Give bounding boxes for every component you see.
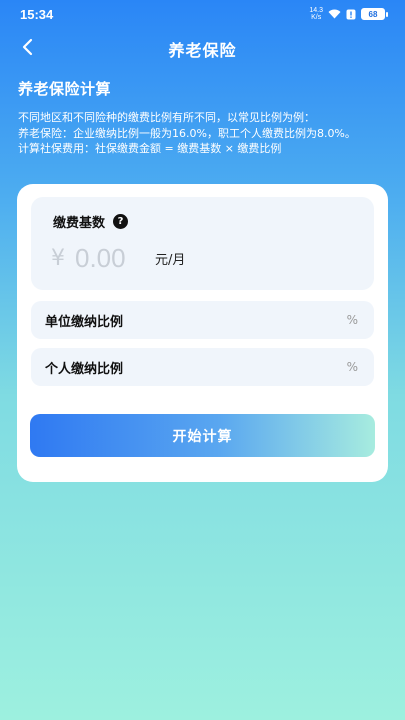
company-ratio-input[interactable]: [222, 313, 343, 327]
amount-row: ¥ 元/月: [51, 243, 185, 274]
network-speed-unit: K/s: [311, 14, 322, 21]
wifi-icon: [328, 9, 341, 19]
description: 不同地区和不同险种的缴费比例有所不同，以常见比例为例： 养老保险：企业缴纳比例一…: [18, 110, 390, 157]
status-time: 15:34: [20, 6, 54, 22]
description-line: 不同地区和不同险种的缴费比例有所不同，以常见比例为例：: [18, 111, 315, 124]
company-ratio-field[interactable]: 单位缴纳比例 %: [31, 301, 374, 339]
help-icon[interactable]: ?: [113, 214, 129, 229]
personal-ratio-unit: %: [346, 360, 358, 374]
page-title: 养老保险: [168, 41, 237, 60]
nav-bar: 养老保险: [0, 30, 405, 68]
network-speed: 14.3 K/s: [309, 7, 323, 21]
company-ratio-unit: %: [346, 313, 358, 327]
base-amount-input[interactable]: [75, 243, 143, 274]
chevron-left-icon: [20, 38, 34, 60]
description-line: 养老保险：企业缴纳比例一般为16.0%，职工个人缴费比例为8.0%。: [18, 126, 356, 140]
company-ratio-label: 单位缴纳比例: [45, 314, 124, 330]
currency-symbol: ¥: [51, 246, 65, 271]
formula-line: 计算社保费用：社保缴费金额 = 缴费基数 × 缴费比例: [18, 142, 282, 155]
section-title: 养老保险计算: [18, 80, 112, 98]
personal-ratio-field[interactable]: 个人缴纳比例 %: [31, 348, 374, 386]
personal-ratio-label: 个人缴纳比例: [45, 361, 124, 377]
back-button[interactable]: [14, 36, 40, 62]
company-ratio-input-wrap: %: [222, 313, 358, 327]
base-amount-label-row: 缴费基数 ?: [53, 212, 129, 231]
calculate-button[interactable]: 开始计算: [30, 414, 375, 457]
calculator-card: 缴费基数 ? ¥ 元/月 单位缴纳比例 % 个人缴纳比例 % 开始计算: [17, 184, 388, 482]
status-icons: 14.3 K/s 68: [309, 7, 388, 21]
network-speed-value: 14.3: [309, 7, 323, 14]
status-bar: 15:34 14.3 K/s 68: [0, 0, 405, 28]
battery-indicator: 68: [361, 8, 388, 20]
personal-ratio-input-wrap: %: [222, 360, 358, 374]
base-amount-unit: 元/月: [155, 253, 186, 268]
personal-ratio-input[interactable]: [222, 360, 343, 374]
notification-icon: [346, 9, 356, 20]
base-amount-box: 缴费基数 ? ¥ 元/月: [31, 197, 374, 290]
base-amount-label: 缴费基数: [53, 216, 106, 231]
